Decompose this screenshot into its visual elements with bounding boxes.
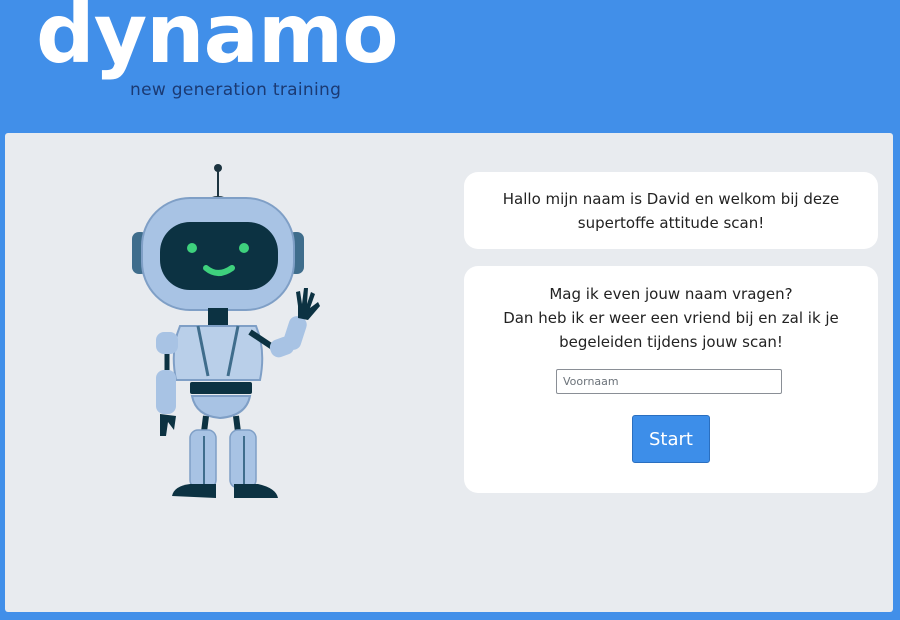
start-button[interactable]: Start (632, 415, 710, 463)
logo-wordmark: dynamo (36, 0, 399, 82)
name-card: Mag ik even jouw naam vragen? Dan heb ik… (464, 266, 878, 493)
robot-mascot-icon (132, 164, 320, 498)
header: dynamo new generation training (0, 0, 900, 133)
name-prompt-text: Mag ik even jouw naam vragen? Dan heb ik… (494, 282, 848, 354)
name-prompt-line2: Dan heb ik er weer een vriend bij en zal… (503, 309, 839, 351)
first-name-input[interactable] (556, 369, 782, 394)
greeting-text: Hallo mijn naam is David en welkom bij d… (502, 190, 840, 232)
greeting-card: Hallo mijn naam is David en welkom bij d… (464, 172, 878, 249)
logo-tagline: new generation training (130, 80, 342, 100)
name-prompt-line1: Mag ik even jouw naam vragen? (549, 285, 793, 303)
